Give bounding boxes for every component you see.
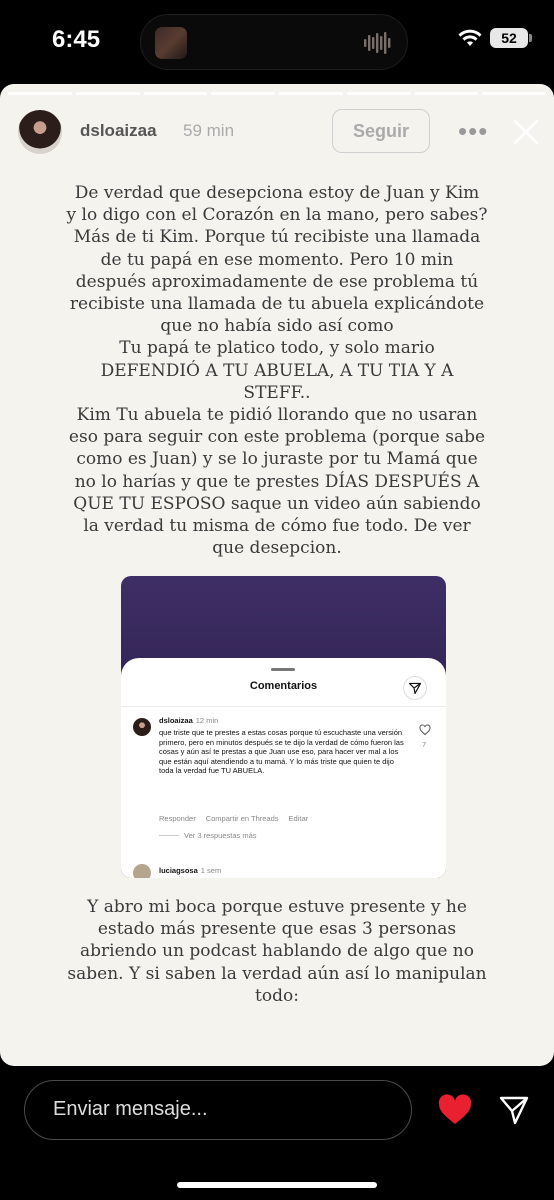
progress-segment [8,92,72,95]
story-viewer[interactable]: dsloaizaa 59 min Seguir ••• De verdad qu… [0,84,554,1066]
reply-link: Responder [159,814,196,823]
story-timestamp: 59 min [183,121,235,140]
replies-line [159,835,179,836]
view-replies-link: Ver 3 respuestas más [184,831,257,840]
status-icons: 52 [458,28,532,48]
battery-indicator: 52 [490,28,532,48]
story-text-top: De verdad que desepciona estoy de Juan y… [30,182,524,559]
now-playing-artwork [155,27,187,59]
reply-bar: Enviar mensaje... [0,1066,554,1200]
story-progress-bar [8,92,546,95]
heart-icon[interactable] [438,1094,472,1126]
progress-segment [211,92,275,95]
clock: 6:45 [52,26,101,53]
progress-segment [346,92,411,95]
story-text-bottom-content: Y abro mi boca porque estuve presente y … [67,897,487,1006]
more-options-icon[interactable]: ••• [458,116,488,147]
share-threads-link: Compartir en Threads [205,814,279,823]
next-comment-time: 1 sem [200,866,222,875]
comment-time: 12 min [195,716,219,725]
send-icon [403,676,427,700]
dynamic-island[interactable] [140,14,408,70]
story-username[interactable]: dsloaizaa [80,121,157,141]
heart-outline-icon [419,724,431,736]
divider [121,706,446,707]
edit-link: Editar [288,814,309,823]
progress-segment [143,92,208,95]
comments-title: Comentarios [249,680,318,692]
story-header: dsloaizaa 59 min Seguir ••• [18,108,542,156]
status-bar: 6:45 52 [0,0,554,84]
progress-segment [279,92,343,95]
comments-sheet: Comentarios dsloaizaa 12 min que triste q… [121,658,446,878]
like-count: 7 [422,740,427,749]
send-icon[interactable] [498,1094,530,1126]
sheet-handle [271,668,295,671]
story-text-top-content: De verdad que desepciona estoy de Juan y… [66,183,488,559]
audio-waveform-icon [364,32,391,54]
progress-segment [414,92,479,95]
message-input[interactable]: Enviar mensaje... [24,1080,412,1140]
home-indicator[interactable] [177,1182,377,1188]
comment-text: que triste que te prestes a estas cosas … [159,728,404,775]
comment-actions: Responder Compartir en Threads Editar [159,814,308,823]
wifi-icon [458,29,482,46]
next-comment-avatar [133,864,151,878]
close-icon[interactable] [512,118,540,146]
embedded-screenshot: Comentarios dsloaizaa 12 min que triste q… [121,576,446,878]
comment-username: dsloaizaa 12 min [159,716,218,725]
progress-segment [75,92,140,95]
next-comment-username-text: luciagsosa [159,866,198,875]
story-text-bottom: Y abro mi boca porque estuve presente y … [30,896,524,1007]
progress-segment [482,92,546,95]
comment-avatar [133,718,151,736]
comment-username-text: dsloaizaa [159,716,193,725]
avatar[interactable] [18,110,62,154]
next-comment-username: luciagsosa 1 sem [159,866,221,875]
follow-button[interactable]: Seguir [332,109,430,153]
